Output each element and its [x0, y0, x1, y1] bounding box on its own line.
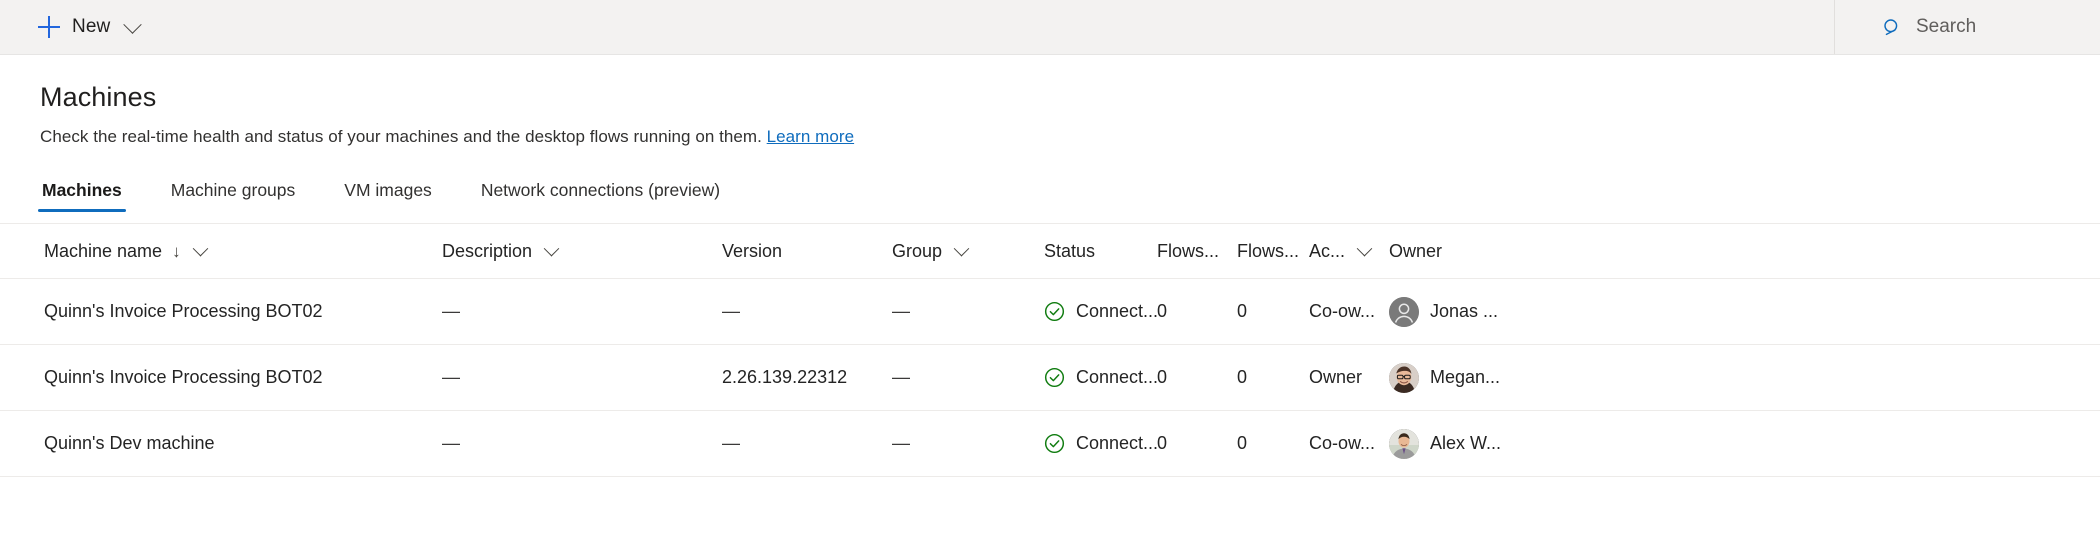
column-header-machine-name[interactable]: Machine name ↓ [44, 241, 442, 262]
search-placeholder: Search [1916, 16, 1976, 38]
column-header-flows-2[interactable]: Flows... [1237, 241, 1309, 262]
chevron-down-icon[interactable] [544, 240, 560, 256]
table-row[interactable]: Quinn's Invoice Processing BOT02 — 2.26.… [0, 345, 2100, 411]
cell-status: Connect... [1044, 433, 1157, 454]
cell-machine-name[interactable]: Quinn's Invoice Processing BOT02 [44, 301, 442, 322]
cell-access: Owner [1309, 367, 1389, 388]
cell-owner: Alex W... [1389, 429, 1559, 459]
cell-group: — [892, 433, 1044, 454]
avatar [1389, 429, 1419, 459]
page-header: Machines Check the real-time health and … [0, 82, 2100, 147]
column-header-owner-label: Owner [1389, 241, 1442, 262]
column-header-description-label: Description [442, 241, 532, 262]
tab-vm-images[interactable]: VM images [342, 180, 434, 212]
cell-flows-1: 0 [1157, 301, 1237, 322]
cell-status: Connect... [1044, 301, 1157, 322]
page-subtitle: Check the real-time health and status of… [40, 127, 2060, 147]
cell-description: — [442, 367, 722, 388]
command-bar: New Search [0, 0, 2100, 55]
tab-machines[interactable]: Machines [40, 180, 124, 212]
cell-access: Co-ow... [1309, 301, 1389, 322]
column-header-flows-1-label: Flows... [1157, 241, 1219, 262]
cell-description: — [442, 301, 722, 322]
cell-access: Co-ow... [1309, 433, 1389, 454]
sort-descending-icon: ↓ [172, 243, 181, 260]
chevron-down-icon[interactable] [124, 15, 142, 33]
tab-machine-groups[interactable]: Machine groups [169, 180, 298, 212]
cell-group: — [892, 367, 1044, 388]
cell-machine-name[interactable]: Quinn's Invoice Processing BOT02 [44, 367, 442, 388]
column-header-version[interactable]: Version [722, 241, 892, 262]
table-header-row: Machine name ↓ Description Version Group… [0, 223, 2100, 279]
search-icon [1883, 18, 1902, 37]
cell-flows-2: 0 [1237, 367, 1309, 388]
column-header-machine-name-label: Machine name [44, 241, 162, 262]
column-header-status[interactable]: Status [1044, 241, 1157, 262]
column-header-group[interactable]: Group [892, 241, 1044, 262]
page-subtitle-text: Check the real-time health and status of… [40, 127, 762, 146]
chevron-down-icon[interactable] [1357, 240, 1373, 256]
chevron-down-icon[interactable] [192, 240, 208, 256]
search-input[interactable]: Search [1834, 0, 2100, 54]
cell-flows-2: 0 [1237, 301, 1309, 322]
cell-status-label: Connect... [1076, 433, 1157, 454]
avatar [1389, 363, 1419, 393]
cell-status: Connect... [1044, 367, 1157, 388]
cell-version: 2.26.139.22312 [722, 367, 892, 388]
cell-owner-name: Alex W... [1430, 433, 1501, 454]
new-button-label: New [72, 16, 110, 38]
cell-owner-name: Jonas ... [1430, 301, 1498, 322]
cell-version: — [722, 433, 892, 454]
column-header-access-label: Ac... [1309, 241, 1345, 262]
column-header-version-label: Version [722, 241, 782, 262]
column-header-group-label: Group [892, 241, 942, 262]
check-circle-icon [1044, 367, 1065, 388]
table-row[interactable]: Quinn's Dev machine — — — Connect... 0 0… [0, 411, 2100, 477]
column-header-owner[interactable]: Owner [1389, 241, 1559, 262]
chevron-down-icon[interactable] [954, 240, 970, 256]
cell-version: — [722, 301, 892, 322]
tab-list: Machines Machine groups VM images Networ… [0, 170, 2100, 212]
cell-owner-name: Megan... [1430, 367, 1500, 388]
cell-flows-1: 0 [1157, 367, 1237, 388]
check-circle-icon [1044, 433, 1065, 454]
tab-network-connections[interactable]: Network connections (preview) [479, 180, 722, 212]
cell-status-label: Connect... [1076, 367, 1157, 388]
table-row[interactable]: Quinn's Invoice Processing BOT02 — — — C… [0, 279, 2100, 345]
column-header-flows-2-label: Flows... [1237, 241, 1299, 262]
column-header-access[interactable]: Ac... [1309, 241, 1389, 262]
cell-machine-name[interactable]: Quinn's Dev machine [44, 433, 442, 454]
column-header-flows-1[interactable]: Flows... [1157, 241, 1237, 262]
cell-status-label: Connect... [1076, 301, 1157, 322]
page-title: Machines [40, 82, 2060, 113]
avatar [1389, 297, 1419, 327]
cell-owner: Megan... [1389, 363, 1559, 393]
cell-description: — [442, 433, 722, 454]
column-header-status-label: Status [1044, 241, 1095, 262]
cell-owner: Jonas ... [1389, 297, 1559, 327]
plus-icon [38, 16, 60, 38]
check-circle-icon [1044, 301, 1065, 322]
learn-more-link[interactable]: Learn more [767, 127, 854, 146]
cell-flows-1: 0 [1157, 433, 1237, 454]
cell-group: — [892, 301, 1044, 322]
column-header-description[interactable]: Description [442, 241, 722, 262]
new-button[interactable]: New [30, 7, 147, 47]
machines-table: Machine name ↓ Description Version Group… [0, 223, 2100, 477]
cell-flows-2: 0 [1237, 433, 1309, 454]
